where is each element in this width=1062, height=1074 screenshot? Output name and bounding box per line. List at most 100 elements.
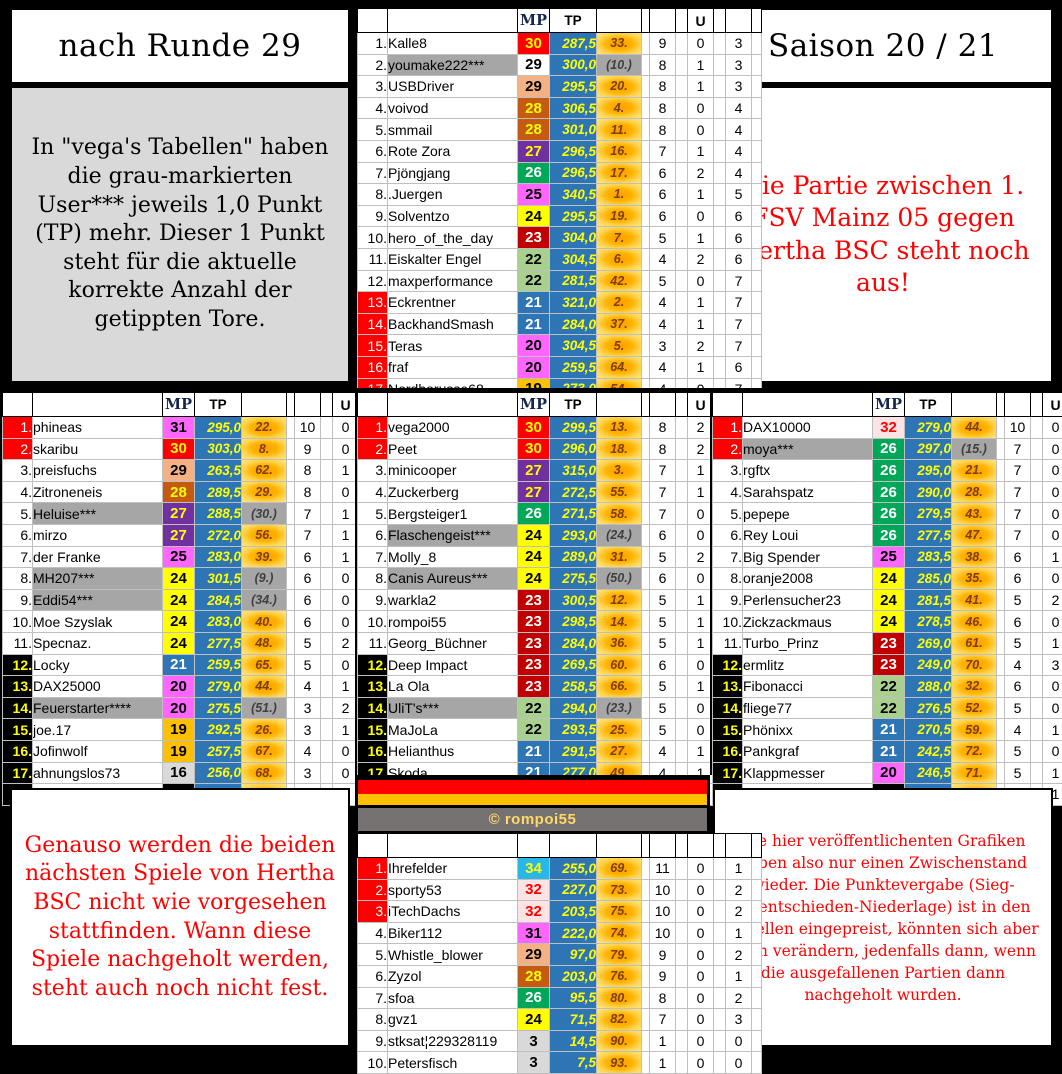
- row-place: 5.: [597, 335, 642, 357]
- row-tp: 287,5: [550, 33, 597, 55]
- row-s: 8: [650, 987, 676, 1009]
- row-gap-2: [1031, 611, 1043, 633]
- row-tail: [752, 944, 762, 966]
- row-name: Solventzo: [388, 205, 518, 227]
- row-gap-1: [642, 460, 650, 482]
- row-gap-2: [676, 162, 688, 184]
- row-gap-1: [642, 879, 650, 901]
- row-gap-2: [321, 417, 333, 439]
- table-row: 9.warkla223300,512.516: [358, 589, 762, 611]
- row-place: 72.: [952, 740, 997, 762]
- row-gap-2: [676, 227, 688, 249]
- row-gap-1: [642, 417, 650, 439]
- table-row: 1.Ihrefelder34255,069.1101: [358, 858, 762, 880]
- header-mp: MP: [163, 393, 195, 417]
- header-u: [688, 834, 714, 858]
- row-tp: 279,0: [905, 417, 952, 439]
- row-s: 7: [650, 503, 676, 525]
- row-place: 32.: [952, 676, 997, 698]
- row-rank: 17.: [3, 762, 33, 784]
- row-u: 1: [1043, 632, 1062, 654]
- row-place: 70.: [952, 654, 997, 676]
- row-name: Zickzackmaus: [743, 611, 873, 633]
- row-mp: 28: [518, 119, 550, 141]
- header-mp: [518, 834, 550, 858]
- header-gap-1: [287, 393, 295, 417]
- row-place: 26.: [242, 719, 287, 741]
- row-u: 1: [688, 76, 714, 98]
- row-place: 73.: [597, 879, 642, 901]
- row-name: Eiskalter Engel: [388, 248, 518, 270]
- row-mp: 24: [518, 546, 550, 568]
- row-s: 5: [650, 697, 676, 719]
- row-name: Georg_Büchner: [388, 632, 518, 654]
- row-mp: 23: [518, 676, 550, 698]
- row-tp: 276,5: [905, 697, 952, 719]
- table-row: 3.USBDriver29295,520.813: [358, 76, 762, 98]
- table-row: 8..Juergen25340,51.615: [358, 184, 762, 206]
- table-row: 1.DAX1000032279,044.1002: [713, 417, 1062, 439]
- row-place: 41.: [952, 589, 997, 611]
- table-row: 5.pepepe26279,543.705: [713, 503, 1062, 525]
- row-name: hero_of_the_day: [388, 227, 518, 249]
- row-gap-2: [321, 632, 333, 654]
- row-name: Eckrentner: [388, 292, 518, 314]
- top-right-title-box: Saison 20 / 21: [713, 8, 1053, 84]
- row-gap-1: [287, 676, 295, 698]
- row-u: 1: [1043, 546, 1062, 568]
- row-place: 2.: [597, 292, 642, 314]
- row-gap-1: [642, 1030, 650, 1052]
- row-u: 0: [1043, 611, 1062, 633]
- row-gap-3: [714, 356, 726, 378]
- row-gap-1: [997, 740, 1005, 762]
- row-place: 76.: [597, 965, 642, 987]
- table-row: 7.sfoa2695,580.802: [358, 987, 762, 1009]
- row-gap-2: [321, 568, 333, 590]
- row-gap-3: [714, 335, 726, 357]
- row-n: 7: [726, 292, 752, 314]
- row-rank: 5.: [358, 119, 388, 141]
- row-name: Eddi54***: [33, 589, 163, 611]
- row-gap-3: [714, 879, 726, 901]
- row-tp: 290,0: [905, 481, 952, 503]
- table-row: 4.Zuckerberg27272,555.714: [358, 481, 762, 503]
- header-tp: [550, 834, 597, 858]
- row-s: 10: [650, 901, 676, 923]
- row-n: 0: [726, 1052, 752, 1074]
- row-place: 14.: [597, 611, 642, 633]
- row-tp: 263,5: [195, 460, 242, 482]
- row-mp: 30: [163, 438, 195, 460]
- liga3-header-row: Tipp Liga 3: [358, 834, 762, 858]
- table-row: 11.Georg_Büchner23284,036.516: [358, 632, 762, 654]
- table-row: 17.Klappmesser20246,571.513: [713, 762, 1062, 784]
- row-n: 1: [726, 965, 752, 987]
- row-tail: [752, 901, 762, 923]
- row-s: 8: [650, 417, 676, 439]
- row-place: 36.: [597, 632, 642, 654]
- row-tail: [752, 97, 762, 119]
- table-row: 7.der Franke25283,039.615: [3, 546, 407, 568]
- row-gap-1: [997, 589, 1005, 611]
- liga2c-header-row: Tipp Liga 2C MP TP S U N: [713, 393, 1062, 417]
- row-mp: 21: [518, 292, 550, 314]
- row-gap-3: [714, 901, 726, 923]
- row-n: 2: [726, 987, 752, 1009]
- liga2a-panel: Tipp Liga 2A MP TP S U N 1.phineas31295,…: [0, 388, 355, 775]
- header-tail: [752, 9, 762, 33]
- liga3-panel: © rompoi55 Tipp Liga 3: [355, 775, 710, 1059]
- row-tp: 203,0: [550, 965, 597, 987]
- row-place: 33.: [597, 33, 642, 55]
- header-mp: MP: [518, 9, 550, 33]
- table-row: 9.Eddi54***24284,5(34.)606: [3, 589, 407, 611]
- row-place: 6.: [597, 248, 642, 270]
- row-name: fraf: [388, 356, 518, 378]
- row-s: 6: [295, 568, 321, 590]
- row-place: (23.): [597, 697, 642, 719]
- row-rank: 11.: [713, 632, 743, 654]
- row-n: 3: [726, 33, 752, 55]
- row-mp: 21: [518, 313, 550, 335]
- row-mp: 27: [518, 140, 550, 162]
- row-rank: 1.: [358, 858, 388, 880]
- row-s: 5: [1005, 589, 1031, 611]
- row-tp: 284,0: [550, 313, 597, 335]
